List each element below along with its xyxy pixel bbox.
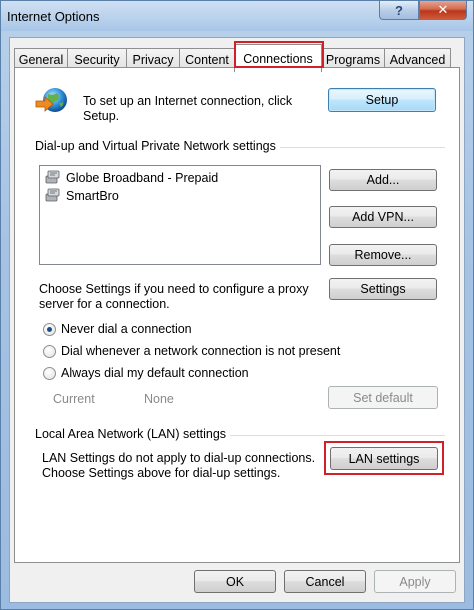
internet-options-window: Internet Options ? ✕ General Security Pr… bbox=[0, 0, 474, 610]
setup-button[interactable]: Setup bbox=[328, 88, 436, 112]
lan-settings-button[interactable]: LAN settings bbox=[330, 447, 438, 470]
radio-always-dial-default[interactable]: Always dial my default connection bbox=[43, 366, 249, 380]
proxy-description: Choose Settings if you need to configure… bbox=[39, 282, 309, 311]
settings-button[interactable]: Settings bbox=[329, 278, 437, 300]
radio-indicator[interactable] bbox=[43, 366, 56, 380]
help-button[interactable]: ? bbox=[379, 1, 419, 20]
radio-label: Always dial my default connection bbox=[61, 366, 249, 380]
radio-never-dial[interactable]: Never dial a connection bbox=[43, 322, 192, 336]
close-button[interactable]: ✕ bbox=[419, 1, 467, 20]
dialup-connection-icon bbox=[44, 187, 66, 206]
cancel-button[interactable]: Cancel bbox=[284, 570, 366, 593]
radio-indicator[interactable] bbox=[43, 344, 56, 358]
dialup-group-label: Dial-up and Virtual Private Network sett… bbox=[35, 139, 280, 153]
connections-list[interactable]: Globe Broadband - Prepaid SmartBro bbox=[39, 165, 321, 265]
lan-group-label: Local Area Network (LAN) settings bbox=[35, 427, 231, 441]
close-icon: ✕ bbox=[437, 2, 449, 17]
radio-label: Dial whenever a network connection is no… bbox=[61, 344, 341, 358]
add-vpn-button[interactable]: Add VPN... bbox=[329, 206, 437, 228]
tab-label: Connections bbox=[243, 51, 313, 66]
setup-description: To set up an Internet connection, click … bbox=[83, 94, 293, 123]
lan-description: LAN Settings do not apply to dial-up con… bbox=[42, 451, 316, 480]
tab-label: General bbox=[18, 52, 64, 67]
list-item[interactable]: SmartBro bbox=[44, 187, 119, 205]
title-bar[interactable]: Internet Options ? ✕ bbox=[1, 1, 473, 31]
globe-network-icon bbox=[35, 86, 69, 119]
window-title: Internet Options bbox=[7, 9, 100, 24]
current-value: None bbox=[144, 392, 174, 406]
current-label: Current bbox=[53, 392, 95, 406]
connections-panel: To set up an Internet connection, click … bbox=[14, 67, 460, 563]
ok-button[interactable]: OK bbox=[194, 570, 276, 593]
tab-connections[interactable]: Connections bbox=[234, 44, 322, 72]
list-item[interactable]: Globe Broadband - Prepaid bbox=[44, 169, 218, 187]
radio-indicator[interactable] bbox=[43, 322, 56, 336]
connection-name: Globe Broadband - Prepaid bbox=[66, 171, 219, 185]
help-icon: ? bbox=[395, 2, 403, 18]
radio-dial-when-no-network[interactable]: Dial whenever a network connection is no… bbox=[43, 344, 340, 358]
remove-button[interactable]: Remove... bbox=[329, 244, 437, 266]
tab-label: Security bbox=[74, 52, 120, 67]
dialup-connection-icon bbox=[44, 169, 66, 188]
connection-name: SmartBro bbox=[66, 189, 119, 203]
add-button[interactable]: Add... bbox=[329, 169, 437, 191]
radio-label: Never dial a connection bbox=[61, 322, 192, 336]
tab-label: Advanced bbox=[389, 52, 446, 67]
tab-label: Content bbox=[185, 52, 229, 67]
tab-label: Privacy bbox=[132, 52, 174, 67]
apply-button[interactable]: Apply bbox=[374, 570, 456, 593]
tab-label: Programs bbox=[325, 52, 381, 67]
set-default-button[interactable]: Set default bbox=[328, 386, 438, 409]
dialog-client-area: General Security Privacy Content Connect… bbox=[9, 37, 465, 603]
